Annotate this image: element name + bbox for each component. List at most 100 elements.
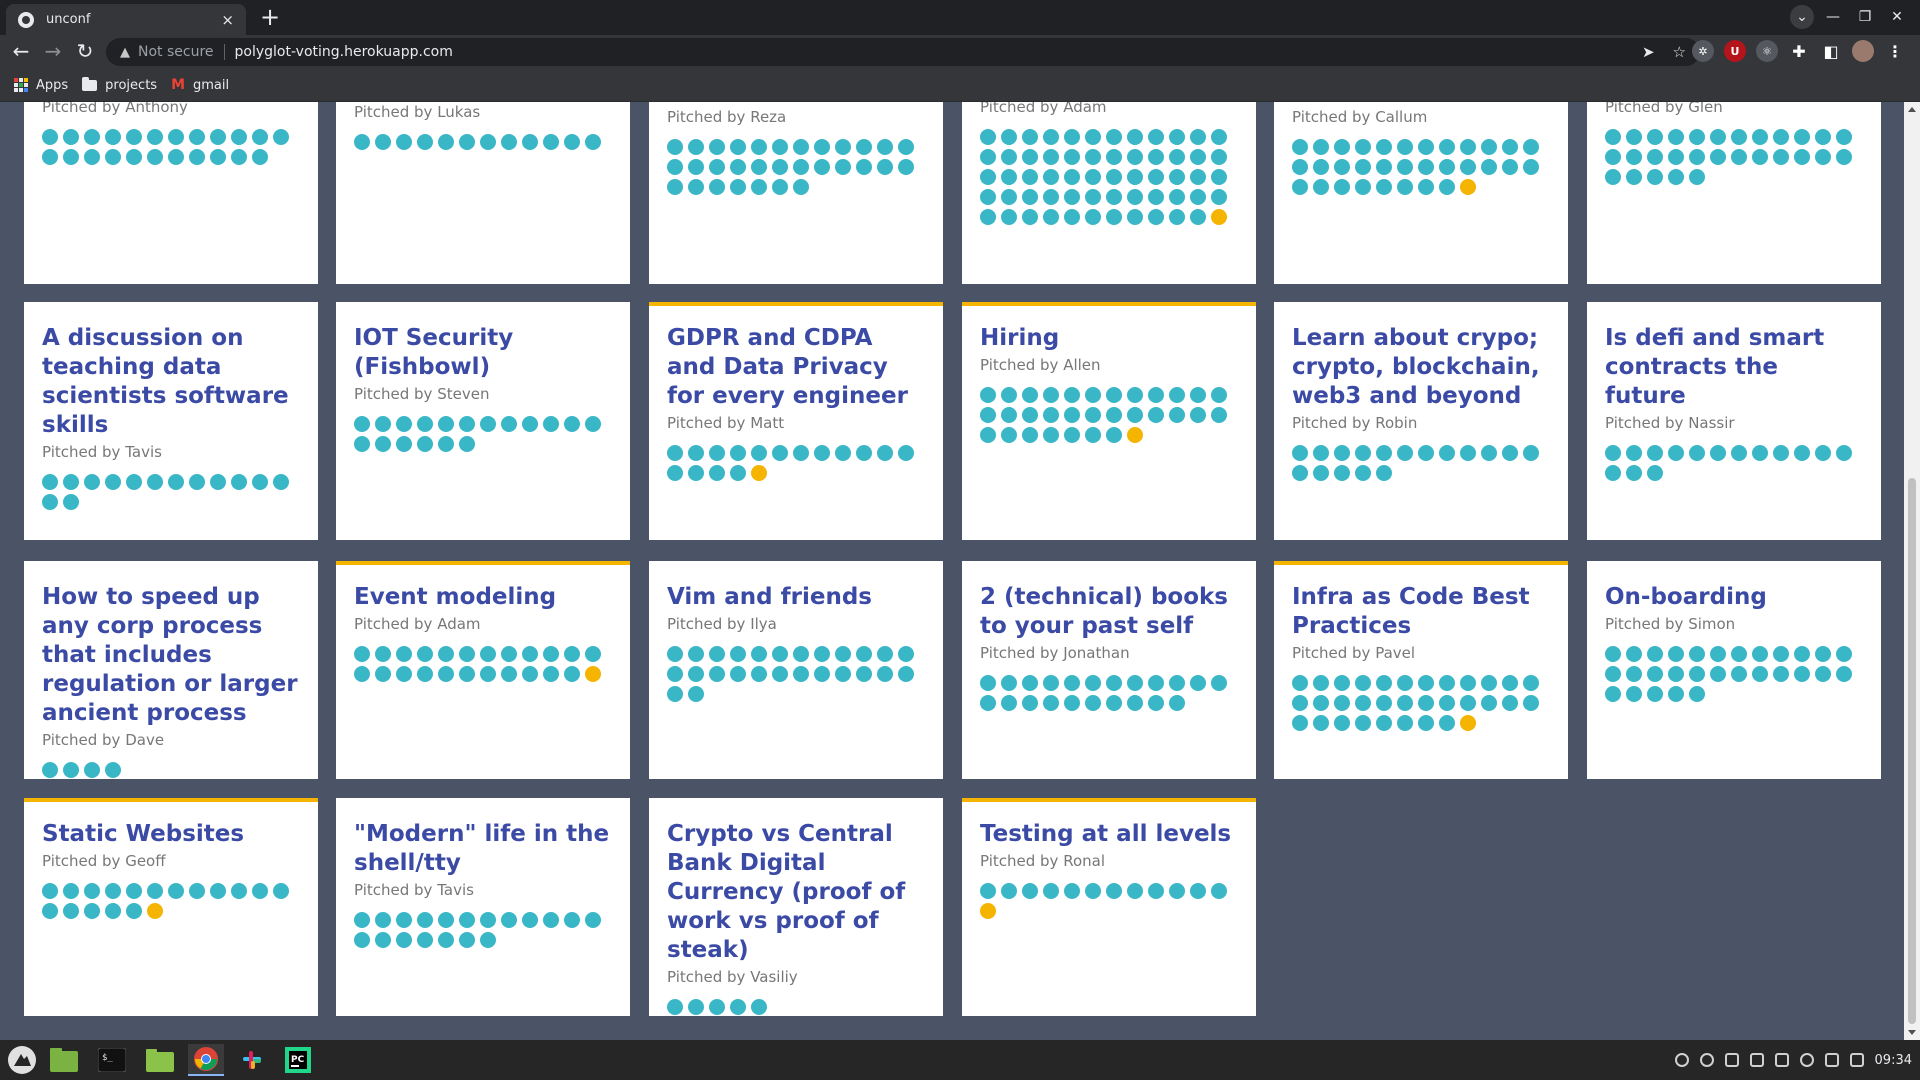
browser-tab[interactable]: unconf × (6, 4, 246, 35)
scroll-down-arrow-icon[interactable] (1908, 1030, 1916, 1035)
topic-card[interactable]: IOT Security (Fishbowl) Pitched by Steven (336, 302, 630, 540)
ublock-icon[interactable]: U (1724, 40, 1746, 62)
vote-dot (417, 932, 433, 948)
topic-card[interactable]: Pitched by Glen (1587, 102, 1881, 284)
topic-card[interactable]: "Modern" life in the shell/tty Pitched by… (336, 798, 630, 1016)
topic-card[interactable]: Vim and friends Pitched by Ilya (649, 561, 943, 779)
side-panel-icon[interactable]: ◧ (1820, 40, 1842, 62)
minimize-icon[interactable]: — (1820, 5, 1846, 29)
terminal-icon[interactable]: $_ (94, 1044, 130, 1076)
vote-dots (980, 883, 1230, 919)
display-icon[interactable] (1774, 1053, 1789, 1067)
vote-dot (168, 883, 184, 899)
vote-dots (42, 883, 292, 919)
vote-dot (1313, 695, 1329, 711)
topic-card[interactable]: Crypto vs Central Bank Digital Currency … (649, 798, 943, 1016)
reload-icon[interactable]: ↻ (72, 39, 98, 65)
vote-dot (980, 149, 996, 165)
security-status[interactable]: Not secure (138, 44, 214, 60)
vote-dot (1605, 149, 1621, 165)
vote-dot (438, 666, 454, 682)
forward-arrow-icon[interactable]: → (40, 39, 66, 65)
topic-card[interactable]: building a new SaaS app in 2022 Pitched b… (649, 102, 943, 284)
pitched-by-label: Pitched by Ilya (667, 615, 777, 633)
vote-dot (63, 762, 79, 778)
back-arrow-icon[interactable]: ← (8, 39, 34, 65)
send-icon[interactable]: ➤ (1642, 43, 1655, 61)
extension-react-icon[interactable]: ⚛ (1756, 40, 1778, 62)
topic-card[interactable]: Is defi and smart contracts the future Pi… (1587, 302, 1881, 540)
vote-dot (1148, 209, 1164, 225)
wifi-icon[interactable] (1799, 1053, 1814, 1067)
vote-dot (1085, 209, 1101, 225)
topic-card[interactable]: Pitched by Adam (962, 102, 1256, 284)
topic-card[interactable]: Infra as Code Best Practices Pitched by P… (1274, 561, 1568, 779)
slack-icon[interactable] (234, 1044, 270, 1076)
vote-dot (252, 474, 268, 490)
clipboard-icon[interactable] (1724, 1053, 1739, 1067)
vote-dot (1647, 646, 1663, 662)
chrome-icon[interactable] (188, 1044, 224, 1076)
address-bar[interactable]: ▲ Not secure polyglot-voting.herokuapp.c… (106, 38, 1700, 66)
puzzle-icon[interactable]: ✚ (1788, 40, 1810, 62)
topic-card[interactable]: Pitched by Anthony (24, 102, 318, 284)
vote-dot (1001, 695, 1017, 711)
bluetooth-icon[interactable] (1699, 1053, 1714, 1067)
bookmark-apps[interactable]: Apps (14, 78, 68, 93)
tab-close-button[interactable]: × (221, 11, 234, 29)
own-vote-dot (1127, 427, 1143, 443)
volume-icon[interactable] (1824, 1053, 1839, 1067)
vote-dot (459, 416, 475, 432)
extension-gear-icon[interactable]: ✲ (1692, 40, 1714, 62)
vote-dot (793, 139, 809, 155)
vote-dot (1169, 149, 1185, 165)
url-text[interactable]: polyglot-voting.herokuapp.com (235, 44, 1624, 60)
vote-dot (751, 445, 767, 461)
topic-card[interactable]: How to speed up any corp process that in… (24, 561, 318, 779)
battery-icon[interactable] (1849, 1053, 1864, 1067)
topic-card[interactable]: Real-time web appsPitched by Lukas (336, 102, 630, 284)
close-window-icon[interactable]: ✕ (1884, 5, 1910, 29)
topic-card[interactable]: GDPR and CDPA and Data Privacy for every… (649, 302, 943, 540)
launcher-icon[interactable] (4, 1044, 40, 1076)
topic-card[interactable]: Static Websites Pitched by Geoff (24, 798, 318, 1016)
vote-dot (1190, 407, 1206, 423)
scroll-thumb[interactable] (1908, 478, 1916, 1024)
topic-card[interactable]: Hiring Pitched by Allen (962, 302, 1256, 540)
pitched-by-label: Pitched by Steven (354, 385, 490, 403)
page-scrollbar[interactable] (1904, 102, 1920, 1040)
vote-dot (522, 912, 538, 928)
vote-dot (1605, 129, 1621, 145)
shield-icon[interactable] (1749, 1053, 1764, 1067)
slack-tray-icon[interactable] (1674, 1053, 1689, 1067)
vote-dot (1626, 149, 1642, 165)
topic-card[interactable]: Testing at all levels Pitched by Ronal (962, 798, 1256, 1016)
kebab-menu-icon[interactable]: ⋮ (1884, 40, 1906, 62)
vote-dot (1376, 675, 1392, 691)
topic-card[interactable]: monitoring / observability Pitched by Cal… (1274, 102, 1568, 284)
vote-dot (1043, 387, 1059, 403)
scroll-up-arrow-icon[interactable] (1908, 107, 1916, 112)
bookmark-projects[interactable]: projects (82, 76, 157, 93)
warning-icon[interactable]: ▲ (120, 45, 130, 60)
topic-card[interactable]: On-boarding Pitched by Simon (1587, 561, 1881, 779)
topic-card[interactable]: Event modeling Pitched by Adam (336, 561, 630, 779)
file-manager-green-icon[interactable] (46, 1044, 82, 1076)
avatar[interactable] (1852, 40, 1874, 62)
bookmark-star-icon[interactable]: ☆ (1673, 43, 1686, 61)
topic-card[interactable]: Learn about crypo; crypto, blockchain, w… (1274, 302, 1568, 540)
topic-card[interactable]: A discussion on teaching data scientists… (24, 302, 318, 540)
pycharm-icon[interactable]: PC (280, 1044, 316, 1076)
folder-icon[interactable] (142, 1044, 178, 1076)
clock[interactable]: 09:34 (1875, 1053, 1912, 1068)
vote-dot (63, 883, 79, 899)
restore-icon[interactable]: ❐ (1852, 5, 1878, 29)
vote-dot (126, 883, 142, 899)
vote-dot (564, 134, 580, 150)
tab-search-icon[interactable]: ⌄ (1790, 5, 1814, 29)
topic-card[interactable]: 2 (technical) books to your past self Pit… (962, 561, 1256, 779)
bookmark-gmail[interactable]: M gmail (171, 77, 229, 93)
vote-dot (1190, 169, 1206, 185)
vote-dot (667, 139, 683, 155)
new-tab-button[interactable]: + (256, 4, 284, 32)
